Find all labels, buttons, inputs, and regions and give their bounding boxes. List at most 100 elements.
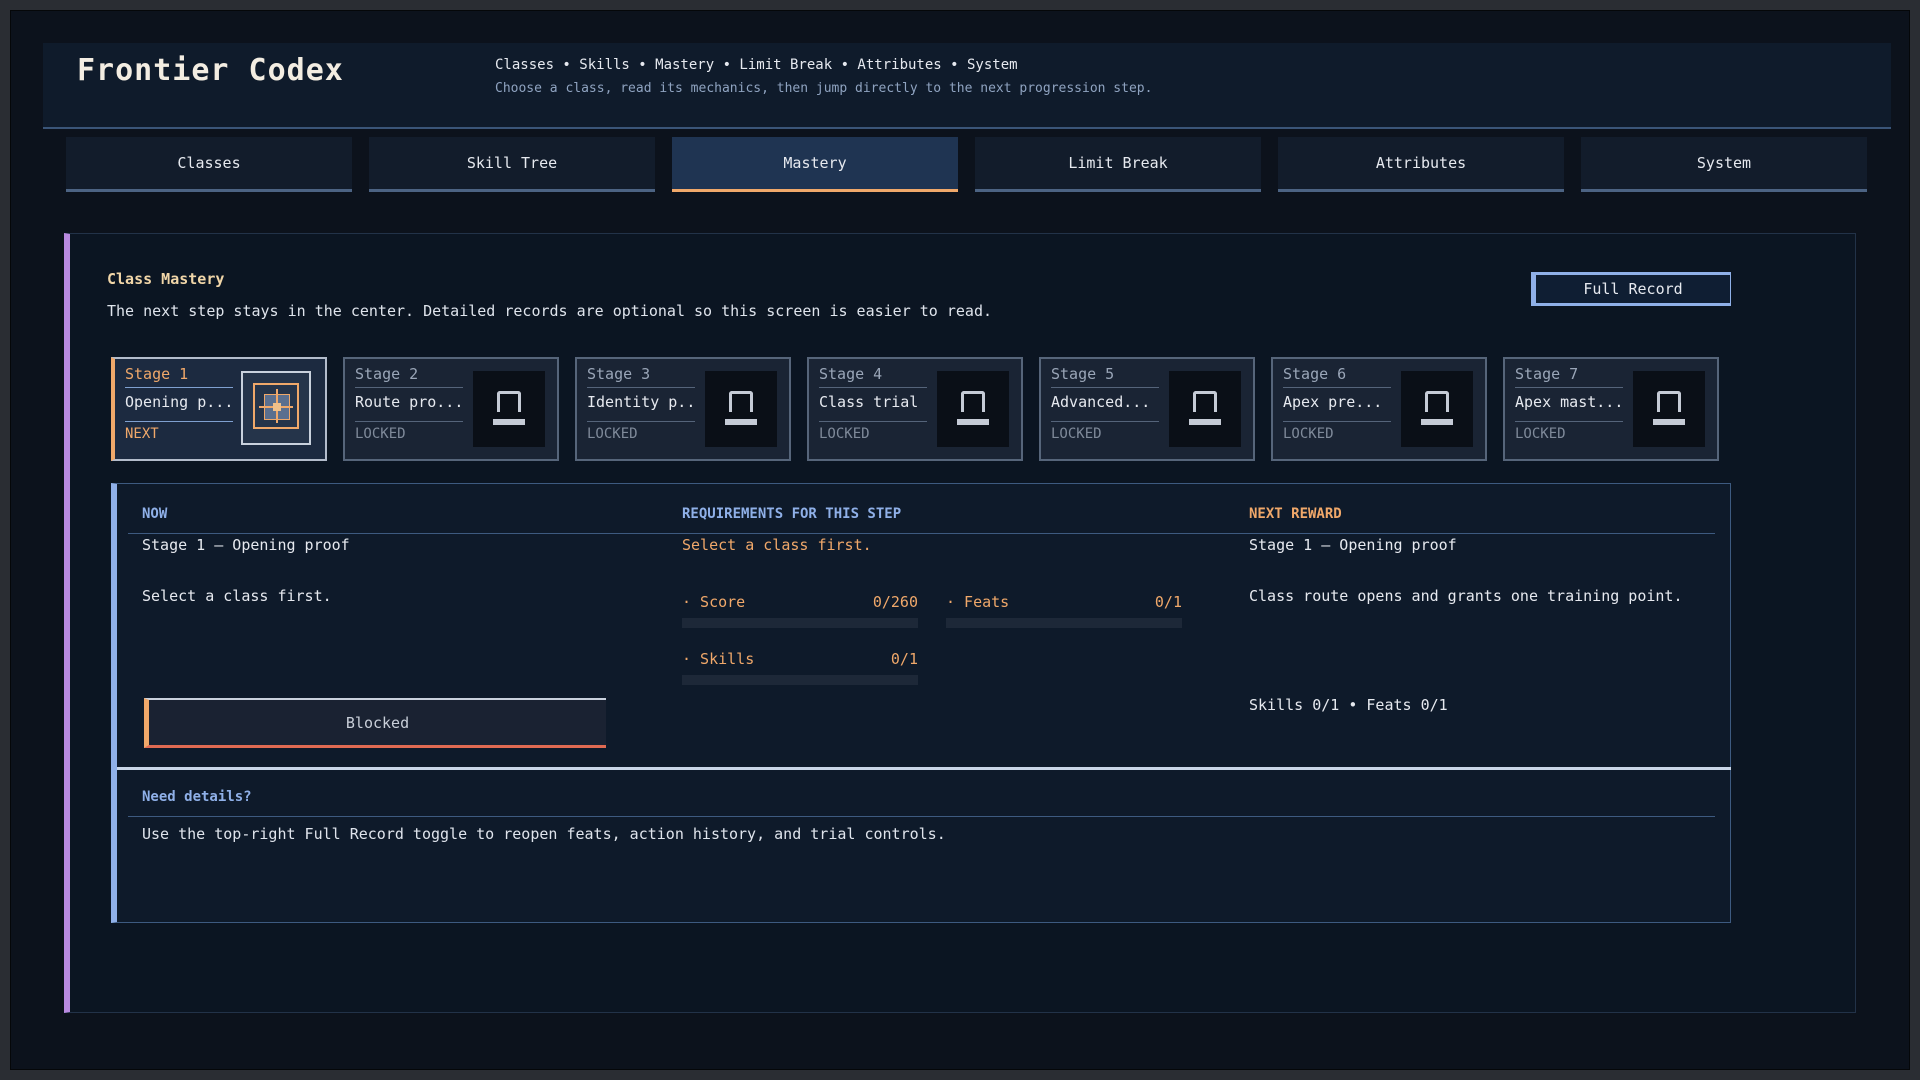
stage-label: Stage 7 [1515,365,1579,383]
tab-limit-break[interactable]: Limit Break [975,137,1261,192]
now-stage-title: Stage 1 — Opening proof [142,536,350,554]
stage-card-2[interactable]: Stage 2 Route pro... LOCKED [343,357,559,461]
stage-icon-frame [937,371,1009,447]
now-text: Select a class first. [142,587,332,605]
stage-card-3[interactable]: Stage 3 Identity p... LOCKED [575,357,791,461]
stage-label: Stage 4 [819,365,883,383]
stage-label: Stage 3 [587,365,651,383]
divider [587,387,695,388]
reward-counts: Skills 0/1 • Feats 0/1 [1249,696,1448,714]
section-description: The next step stays in the center. Detai… [107,302,993,320]
divider [819,387,927,388]
stage-status: LOCKED [1051,426,1102,442]
stage-icon-frame [1633,371,1705,447]
stage-status: LOCKED [1515,426,1566,442]
lock-icon [725,391,757,427]
app-title: Frontier Codex [77,53,344,88]
target-icon [253,383,299,429]
lock-icon [957,391,989,427]
divider [128,533,1715,534]
lock-icon [1189,391,1221,427]
progress-track [682,675,918,685]
tab-mastery[interactable]: Mastery [672,137,958,192]
stage-label: Stage 6 [1283,365,1347,383]
stage-label: Stage 2 [355,365,419,383]
stage-status: LOCKED [819,426,870,442]
stage-card-7[interactable]: Stage 7 Apex mast... LOCKED [1503,357,1719,461]
section-title: Class Mastery [107,270,225,288]
tab-classes[interactable]: Classes [66,137,352,192]
meter-label: · Feats [946,593,1010,611]
divider [117,767,1731,770]
lock-icon [1653,391,1685,427]
stage-card-5[interactable]: Stage 5 Advanced... LOCKED [1039,357,1255,461]
tab-bar: Classes Skill Tree Mastery Limit Break A… [56,137,1867,192]
stage-icon-frame [1401,371,1473,447]
feats-meter: · Feats 0/1 [946,593,1182,633]
meter-value: 0/1 [890,650,918,668]
lock-icon [1421,391,1453,427]
lock-icon [493,391,525,427]
header: Frontier Codex Classes • Skills • Master… [43,43,1891,129]
mastery-panel: Class Mastery The next step stays in the… [64,233,1856,1013]
skills-meter: · Skills 0/1 [682,650,918,690]
progress-track [682,618,918,628]
meter-label: · Skills [682,650,755,668]
stage-icon-frame [473,371,545,447]
meter-value: 0/1 [1154,593,1182,611]
score-meter: · Score 0/260 [682,593,918,633]
stage-icon-frame [1169,371,1241,447]
divider [125,421,233,422]
divider [355,421,463,422]
stage-status: LOCKED [1283,426,1334,442]
divider [1515,421,1623,422]
step-detail-card: NOW REQUIREMENTS FOR THIS STEP NEXT REWA… [111,483,1731,923]
stage-label: Stage 1 [125,365,189,383]
stage-name: Opening p... [125,393,233,411]
stage-card-6[interactable]: Stage 6 Apex pre... LOCKED [1271,357,1487,461]
stage-card-4[interactable]: Stage 4 Class trial LOCKED [807,357,1023,461]
stage-name: Apex pre... [1283,393,1383,411]
stage-status: NEXT [125,426,159,442]
divider [1515,387,1623,388]
divider [125,387,233,388]
divider [1283,387,1391,388]
stage-track: Stage 1 Opening p... NEXT Stage 2 Route … [111,357,1731,463]
tab-skill-tree[interactable]: Skill Tree [369,137,655,192]
divider [1283,421,1391,422]
help-title: Need details? [142,789,252,805]
stage-label: Stage 5 [1051,365,1115,383]
divider [355,387,463,388]
divider [587,421,695,422]
divider [128,816,1715,817]
requirements-heading: REQUIREMENTS FOR THIS STEP [682,506,902,522]
reward-text: Class route opens and grants one trainin… [1249,587,1683,605]
blocked-button[interactable]: Blocked [144,698,606,748]
stage-status: LOCKED [587,426,638,442]
reward-heading: NEXT REWARD [1249,506,1342,522]
stage-icon-frame [241,371,311,445]
breadcrumb: Classes • Skills • Mastery • Limit Break… [495,57,1018,73]
divider [1051,387,1159,388]
progress-track [946,618,1182,628]
meter-label: · Score [682,593,746,611]
now-heading: NOW [142,506,168,522]
stage-name: Class trial [819,393,919,411]
full-record-toggle[interactable]: Full Record [1531,272,1731,306]
help-text: Use the top-right Full Record toggle to … [142,825,946,843]
divider [1051,421,1159,422]
header-subtitle: Choose a class, read its mechanics, then… [495,81,1153,96]
reward-stage-title: Stage 1 — Opening proof [1249,536,1457,554]
stage-icon-frame [705,371,777,447]
stage-name: Apex mast... [1515,393,1623,411]
tab-system[interactable]: System [1581,137,1867,192]
stage-status: LOCKED [355,426,406,442]
tab-attributes[interactable]: Attributes [1278,137,1564,192]
meter-value: 0/260 [872,593,918,611]
stage-name: Advanced... [1051,393,1151,411]
requirements-text: Select a class first. [682,536,872,554]
stage-name: Identity p... [587,393,695,411]
divider [819,421,927,422]
stage-card-1[interactable]: Stage 1 Opening p... NEXT [111,357,327,461]
stage-name: Route pro... [355,393,463,411]
